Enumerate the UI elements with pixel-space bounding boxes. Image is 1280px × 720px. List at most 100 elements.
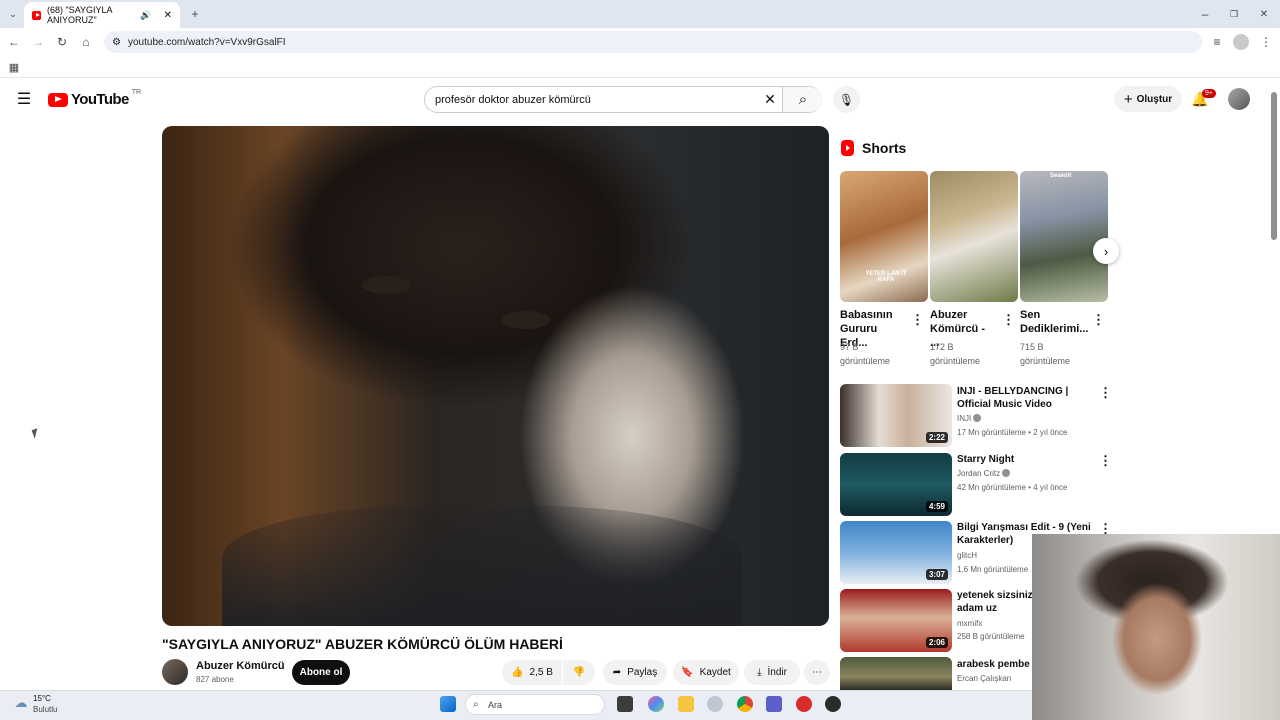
related-thumbnail[interactable]: 4:59: [840, 453, 952, 516]
shorts-logo-icon: [841, 140, 854, 156]
thumbs-up-icon: 👍: [511, 667, 524, 678]
video-player[interactable]: [162, 126, 829, 626]
shorts-next-arrow-icon[interactable]: ›: [1093, 238, 1119, 264]
region-code: TR: [131, 89, 142, 96]
youtube-play-icon: [48, 92, 68, 107]
related-menu-icon[interactable]: ⋮: [1099, 453, 1112, 469]
site-info-icon[interactable]: ⚙: [112, 37, 121, 48]
related-channel[interactable]: Ercan Çalışkan: [957, 674, 1011, 683]
file-explorer-icon[interactable]: [678, 696, 694, 712]
like-button[interactable]: 👍 2,5 B: [502, 660, 562, 685]
related-title[interactable]: INJI - BELLYDANCING | Official Music Vid…: [957, 385, 1099, 411]
create-button[interactable]: + Oluştur: [1114, 86, 1182, 112]
related-channel[interactable]: Jordan Critz: [957, 469, 1011, 478]
related-channel[interactable]: INJI: [957, 414, 982, 423]
download-button[interactable]: ⤓ İndir: [744, 660, 800, 685]
forward-icon[interactable]: →: [31, 35, 45, 49]
shorts-title: Shorts: [862, 140, 907, 156]
chrome-browser-icon[interactable]: [737, 696, 753, 712]
window-restore-icon[interactable]: ❐: [1227, 7, 1241, 21]
tab-list-chevron-icon[interactable]: ⌄: [6, 7, 20, 21]
related-menu-icon[interactable]: ⋮: [1099, 385, 1112, 401]
home-icon[interactable]: ⌂: [79, 35, 93, 49]
short-thumbnail[interactable]: Seaedit: [1020, 171, 1108, 302]
related-channel-name: INJI: [957, 414, 972, 423]
related-channel[interactable]: mxmifx: [957, 619, 982, 628]
bookmarks-bar: ▦: [0, 56, 1280, 78]
obs-studio-icon[interactable]: [825, 696, 841, 712]
duration-badge: 2:22: [925, 432, 948, 443]
related-channel-name: Jordan Critz: [957, 469, 1001, 478]
new-tab-icon[interactable]: +: [188, 7, 202, 21]
youtube-app-icon[interactable]: [796, 696, 812, 712]
dislike-button[interactable]: 👎: [563, 660, 595, 685]
mouse-cursor-icon: [31, 428, 41, 439]
related-channel[interactable]: glitcH: [957, 551, 977, 560]
copilot-icon[interactable]: [648, 696, 664, 712]
download-icon: ⤓: [757, 667, 762, 678]
like-count: 2,5 B: [529, 667, 553, 678]
address-bar[interactable]: ⚙ youtube.com/watch?v=Vxv9rGsalFI: [104, 31, 1202, 53]
back-icon[interactable]: ←: [7, 35, 21, 49]
short-thumbnail[interactable]: YETER LAN İT KAFA: [840, 171, 928, 302]
settings-app-icon[interactable]: [707, 696, 723, 712]
window-minimize-icon[interactable]: –: [1198, 7, 1212, 21]
voice-search-icon[interactable]: 🎙: [833, 86, 860, 113]
share-button[interactable]: ➦ Paylaş: [603, 660, 667, 685]
short-title[interactable]: Sen Dediklerimi...: [1020, 308, 1088, 336]
youtube-logo[interactable]: YouTube TR: [48, 89, 142, 108]
related-meta: 1,6 Mn görüntüleme: [957, 565, 1029, 574]
video-title: "SAYGIYLA ANIYORUZ" ABUZER KÖMÜRCÜ ÖLÜM …: [162, 636, 563, 652]
teams-icon[interactable]: [766, 696, 782, 712]
tab-title: (68) "SAYGIYLA ANIYORUZ": [46, 5, 113, 25]
menu-hamburger-icon[interactable]: ☰: [16, 91, 32, 108]
short-overlay-text: Seaedit: [1050, 173, 1072, 179]
related-thumbnail[interactable]: 2:06: [840, 589, 952, 652]
verified-badge-icon: [1002, 469, 1011, 477]
reload-icon[interactable]: ↻: [55, 35, 69, 49]
taskbar-search-icon: ⌕: [473, 699, 479, 710]
short-menu-icon[interactable]: ⋮: [1092, 312, 1105, 328]
more-horizontal-icon: ⋯: [812, 667, 822, 678]
page-scrollbar[interactable]: [1271, 92, 1277, 240]
reading-list-icon[interactable]: ≡: [1210, 35, 1224, 49]
related-thumbnail[interactable]: 2:22: [840, 384, 952, 447]
webcam-overlay: [1032, 534, 1280, 720]
plus-icon: +: [1123, 90, 1133, 108]
create-label: Oluştur: [1136, 93, 1173, 105]
browser-tab-strip: ⌄ (68) "SAYGIYLA ANIYORUZ" 🔊 ✕ + – ❐ ✕: [0, 0, 1280, 28]
short-overlay-text: YETER LAN İT KAFA: [865, 271, 907, 283]
short-views: 97 B görüntüleme: [840, 342, 891, 366]
apps-grid-icon[interactable]: ▦: [7, 60, 21, 74]
verified-badge-icon: [973, 414, 982, 422]
share-label: Paylaş: [627, 667, 658, 678]
window-close-icon[interactable]: ✕: [1257, 7, 1271, 21]
more-actions-button[interactable]: ⋯: [804, 660, 830, 685]
short-menu-icon[interactable]: ⋮: [1002, 312, 1015, 328]
channel-name[interactable]: Abuzer Kömürcü: [196, 660, 285, 672]
task-view-icon[interactable]: [617, 696, 633, 712]
subscribe-button[interactable]: Abone ol: [292, 660, 350, 685]
tab-close-icon[interactable]: ✕: [164, 10, 172, 21]
save-button[interactable]: 🔖 Kaydet: [673, 660, 739, 685]
account-avatar[interactable]: [1228, 88, 1250, 110]
search-icon[interactable]: ⌕: [794, 90, 812, 108]
related-title[interactable]: Starry Night: [957, 453, 1099, 466]
related-thumbnail[interactable]: 3:07: [840, 521, 952, 584]
taskbar-search-placeholder: Ara: [488, 699, 503, 710]
cloud-weather-icon[interactable]: ☁: [12, 695, 30, 710]
short-views: 715 B görüntüleme: [1020, 342, 1071, 366]
channel-avatar[interactable]: [162, 659, 188, 685]
video-frame-eye: [502, 311, 550, 329]
taskbar-search-input[interactable]: ⌕ Ara: [465, 694, 605, 715]
clear-search-icon[interactable]: ✕: [762, 91, 778, 107]
related-thumbnail[interactable]: [840, 657, 952, 690]
profile-avatar-icon[interactable]: [1233, 34, 1249, 50]
short-menu-icon[interactable]: ⋮: [911, 312, 924, 328]
short-thumbnail[interactable]: [930, 171, 1018, 302]
windows-start-icon[interactable]: [440, 696, 456, 712]
browser-menu-icon[interactable]: ⋮: [1259, 35, 1273, 49]
browser-tab[interactable]: (68) "SAYGIYLA ANIYORUZ" 🔊 ✕: [24, 2, 180, 28]
thumbs-down-icon: 👎: [572, 667, 586, 678]
audio-playing-icon[interactable]: 🔊: [140, 10, 151, 21]
